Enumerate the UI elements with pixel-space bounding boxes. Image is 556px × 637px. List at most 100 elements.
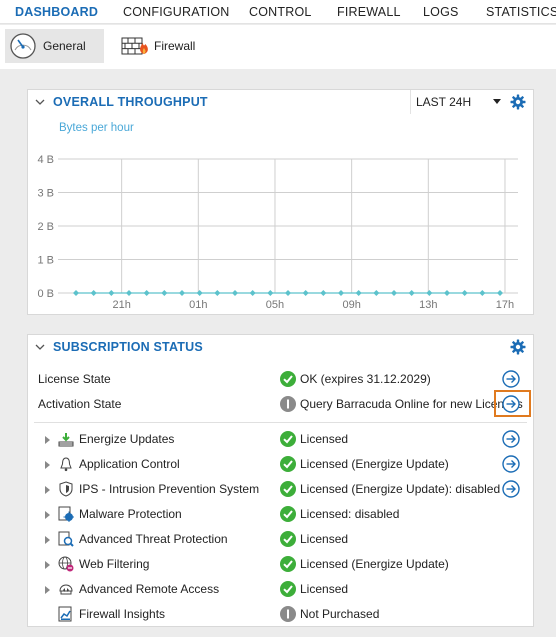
feature-row-energize-updates: Energize Updates Licensed [28,427,533,452]
arrow-right-circle-icon[interactable] [502,480,520,498]
activation-state-value: Query Barracuda Online for new Licenses [300,397,523,411]
speedometer-icon [10,33,36,59]
feature-row-firewall-insights: Firewall Insights Not Purchased [28,602,533,627]
expand-arrow-icon[interactable] [45,586,50,594]
y-tick-label: 1 B [37,255,54,267]
data-point [73,290,79,296]
feature-label: Web Filtering [79,557,150,571]
y-tick-label: 4 B [37,154,54,166]
divider [34,422,527,423]
data-point [179,290,185,296]
web-filter-icon [58,556,74,572]
document-scan-icon [58,531,74,547]
feature-row-advanced-remote-access: Advanced Remote Access Licensed [28,577,533,602]
activation-state-label: Activation State [38,397,122,411]
chevron-down-icon[interactable] [34,341,46,353]
data-point [461,290,468,296]
y-tick-label: 2 B [37,221,54,233]
check-circle-icon [280,556,296,572]
arrow-right-circle-icon[interactable] [502,430,520,448]
subtab-firewall-label: Firewall [154,39,196,53]
license-state-row: License State OK (expires 31.12.2029) [28,367,533,392]
check-circle-icon [280,431,296,447]
license-state-label: License State [38,372,111,386]
data-point [214,290,221,296]
data-point [444,290,450,296]
y-tick-label: 3 B [37,188,54,200]
x-tick-label: 21h [112,299,130,311]
check-circle-icon [280,456,296,472]
insights-icon [58,606,72,622]
data-point [267,290,274,296]
gear-icon[interactable] [510,339,526,355]
data-point [373,290,380,296]
tab-firewall[interactable]: FIREWALL [337,5,401,19]
feature-row-ips: IPS - Intrusion Prevention System Licens… [28,477,533,502]
data-point [338,290,344,296]
tab-dashboard[interactable]: DASHBOARD [15,5,98,19]
expand-arrow-icon[interactable] [45,511,50,519]
feature-label: Energize Updates [79,432,175,446]
feature-label: Application Control [79,457,180,471]
throughput-chart: 0 B 1 B 2 B 3 B 4 B 21h 01h 05h 09h 13h 17h [37,154,518,311]
x-tick-label: 05h [266,299,284,311]
license-state-value: OK (expires 31.12.2029) [300,372,431,386]
check-circle-icon [280,481,296,497]
download-icon [58,433,74,447]
data-point [320,290,327,296]
data-point [90,290,97,296]
info-circle-icon [280,396,296,412]
subtab-firewall[interactable]: Firewall [118,29,198,63]
feature-row-malware-protection: Malware Protection Licensed: disabled [28,502,533,527]
expand-arrow-icon[interactable] [45,436,50,444]
feature-label: IPS - Intrusion Prevention System [79,482,260,496]
firewall-icon [121,37,148,55]
expand-arrow-icon[interactable] [45,561,50,569]
data-point [355,290,362,296]
tab-logs[interactable]: LOGS [423,5,459,19]
feature-status: Licensed (Energize Update) [300,557,449,571]
feature-row-web-filtering: Web Filtering Licensed (Energize Update) [28,552,533,577]
subtab-general[interactable]: General [5,29,104,63]
data-point [497,290,503,296]
remote-access-icon [59,584,73,595]
feature-label: Firewall Insights [79,607,166,621]
check-circle-icon [280,581,296,597]
data-point [408,290,415,296]
feature-label: Advanced Remote Access [79,582,220,596]
expand-arrow-icon[interactable] [45,461,50,469]
tab-statistics[interactable]: STATISTICS [486,5,556,19]
throughput-panel: OVERALL THROUGHPUT LAST 24H Bytes per ho… [27,89,534,315]
arrow-right-circle-icon[interactable] [502,395,520,413]
check-circle-icon [280,371,296,387]
bell-icon [60,457,72,472]
shield-icon [59,481,73,497]
arrow-right-circle-icon[interactable] [502,455,520,473]
activation-state-row: Activation State Query Barracuda Online … [28,390,533,417]
data-point [391,290,397,296]
data-point [249,290,256,296]
expand-arrow-icon[interactable] [45,536,50,544]
subtab-general-label: General [43,39,86,53]
data-point [232,290,238,296]
feature-label: Malware Protection [79,507,182,521]
feature-label: Advanced Threat Protection [79,532,228,546]
feature-row-application-control: Application Control Licensed (Energize U… [28,452,533,477]
x-tick-label: 01h [189,299,207,311]
tab-configuration[interactable]: CONFIGURATION [123,5,230,19]
data-point [196,290,203,296]
data-point [108,290,115,296]
subscription-panel: SUBSCRIPTION STATUS License State OK (ex… [27,334,534,627]
check-circle-icon [280,506,296,522]
malware-icon [58,506,74,522]
check-circle-icon [280,531,296,547]
data-point [302,290,309,296]
top-navigation: DASHBOARD CONFIGURATION CONTROL FIREWALL… [0,0,556,24]
feature-row-advanced-threat-protection: Advanced Threat Protection Licensed [28,527,533,552]
arrow-right-circle-icon[interactable] [502,370,520,388]
feature-status: Licensed (Energize Update) [300,457,449,471]
data-point [143,290,150,296]
tab-control[interactable]: CONTROL [249,5,312,19]
expand-arrow-icon[interactable] [45,486,50,494]
x-tick-label: 09h [342,299,360,311]
